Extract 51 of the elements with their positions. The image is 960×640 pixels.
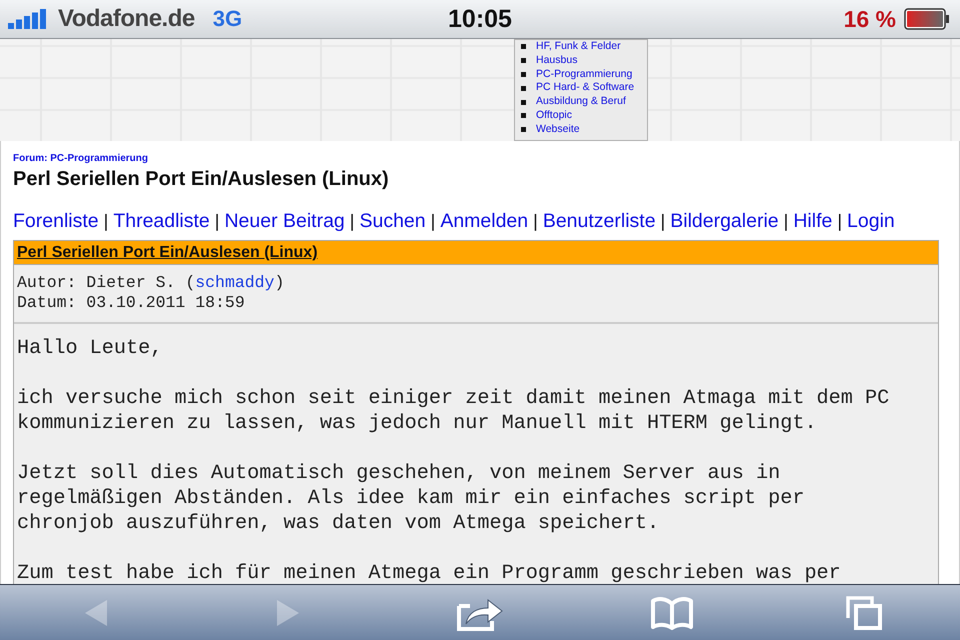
forum-link[interactable]: Forum: PC-Programmierung	[13, 153, 946, 164]
nav-separator: |	[837, 211, 842, 232]
network-type: 3G	[212, 6, 242, 32]
date-line: Datum: 03.10.2011 18:59	[17, 293, 246, 313]
nav-link[interactable]: Suchen	[359, 210, 426, 233]
nav-link[interactable]: Forenliste	[13, 210, 99, 233]
bullet-icon	[521, 72, 526, 77]
nav-link[interactable]: Anmelden	[440, 210, 528, 233]
forum-link[interactable]: PC-Programmierung	[536, 68, 632, 82]
bullet-icon	[521, 113, 526, 118]
nav-separator: |	[430, 211, 436, 232]
forum-link[interactable]: Offtopic	[536, 108, 572, 123]
author-line: Autor: Dieter S. (schmaddy)	[17, 273, 286, 293]
nav-link[interactable]: Benutzerliste	[542, 210, 656, 233]
carrier-name: Vodafone.de	[58, 5, 195, 33]
nav-link[interactable]: Threadliste	[113, 210, 210, 233]
nav-link[interactable]: Login	[847, 210, 895, 233]
back-icon	[83, 598, 109, 628]
forum-link[interactable]: HF, Funk & Felder	[536, 40, 621, 54]
nav-link[interactable]: Neuer Beitrag	[224, 210, 345, 233]
forum-link[interactable]: Hausbus	[536, 54, 578, 68]
forum-link[interactable]: Webseite	[536, 122, 580, 137]
nav-separator: |	[660, 211, 666, 232]
post-paragraph: Hallo Leute,	[17, 336, 164, 361]
thread-title: Perl Seriellen Port Ein/Auslesen (Linux)	[13, 168, 390, 191]
book-icon	[650, 596, 694, 630]
bullet-icon	[521, 127, 526, 132]
battery-percent: 16 %	[844, 6, 896, 32]
nav-separator: |	[214, 211, 220, 232]
nav-separator: |	[784, 211, 788, 232]
nav-link[interactable]: Bildergalerie	[670, 210, 779, 233]
forum-link[interactable]: PC Hard- & Software	[536, 81, 634, 96]
nav-separator: |	[104, 211, 108, 232]
post-subject-link[interactable]: Perl Seriellen Port Ein/Auslesen (Linux)	[17, 244, 318, 261]
post-paragraph: Zum test habe ich für meinen Atmega ein Programm geschrieben was per	[17, 561, 842, 584]
clock: 10:05	[448, 4, 512, 34]
forward-icon	[275, 598, 301, 628]
forum-link[interactable]: Ausbildung & Beruf	[536, 95, 626, 109]
tabs-icon	[846, 596, 882, 630]
signal-icon	[8, 9, 48, 29]
bullet-icon	[521, 58, 526, 64]
post-paragraph: ich versuche mich schon seit einiger zeit damit meinen Atmaga mit dem PC kommunizieren zu lassen, was jedoch nur Manuell mit HTERM gelingt.	[17, 386, 890, 436]
bullet-icon	[521, 100, 526, 105]
nav-link[interactable]: Hilfe	[793, 210, 832, 233]
nav-separator: |	[533, 211, 538, 232]
battery-icon	[904, 8, 950, 30]
bullet-icon	[521, 86, 526, 91]
username-link[interactable]: schmaddy	[195, 273, 274, 292]
nav-separator: |	[350, 211, 354, 232]
bullet-icon	[521, 44, 526, 50]
post-paragraph: Jetzt soll dies Automatisch geschehen, von meinem Server aus in regelmäßigen Abständen. Als idee kam mir ein einfaches script per chronjob auszuführen, was daten vom Atmega speichert.	[17, 461, 806, 536]
